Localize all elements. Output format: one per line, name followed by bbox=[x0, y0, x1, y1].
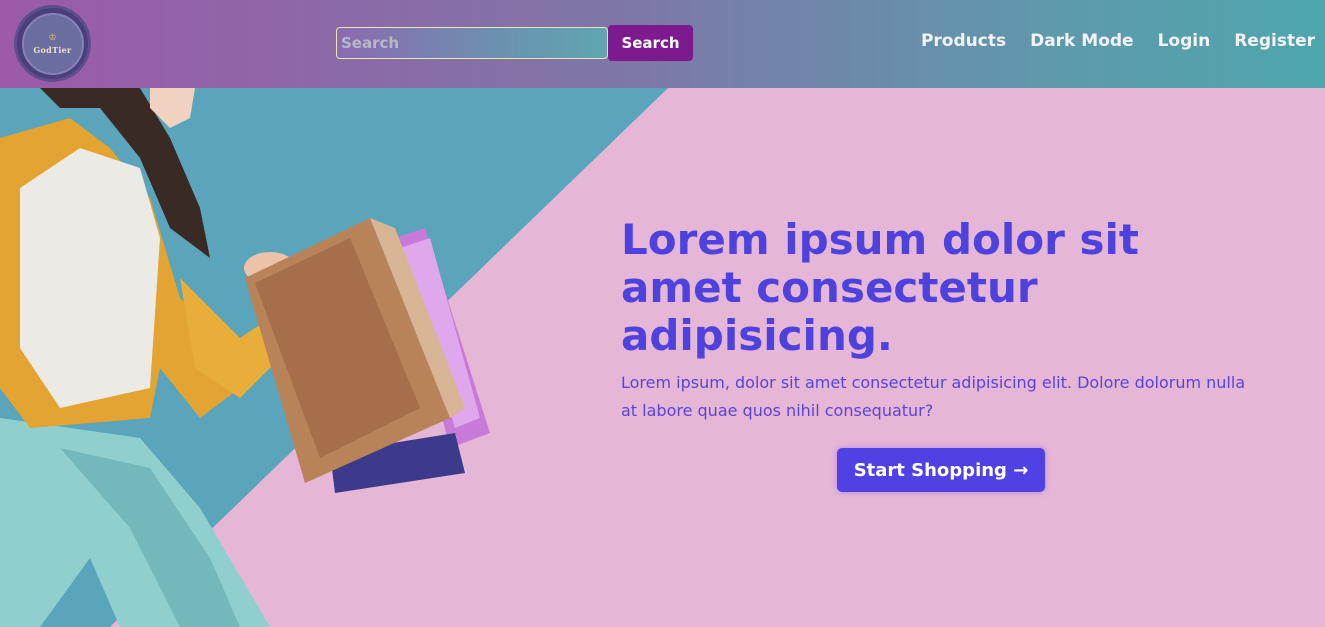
logo[interactable]: ♔ GodTier bbox=[14, 5, 91, 82]
hero-section: Lorem ipsum dolor sit amet consectetur a… bbox=[0, 88, 1325, 627]
navbar: ♔ GodTier Search Products Dark Mode Logi… bbox=[0, 0, 1325, 88]
nav-register[interactable]: Register bbox=[1234, 31, 1315, 51]
shopper-image bbox=[0, 88, 490, 627]
search-input[interactable] bbox=[336, 27, 608, 59]
start-shopping-button[interactable]: Start Shopping → bbox=[837, 448, 1045, 492]
main-nav: Products Dark Mode Login Register bbox=[897, 31, 1315, 51]
nav-dark-mode[interactable]: Dark Mode bbox=[1030, 31, 1134, 51]
crown-icon: ♔ bbox=[48, 32, 57, 43]
logo-text: GodTier bbox=[33, 44, 72, 55]
hero-title: Lorem ipsum dolor sit amet consectetur a… bbox=[621, 215, 1139, 360]
search-button[interactable]: Search bbox=[608, 25, 693, 61]
hero-description: Lorem ipsum, dolor sit amet consectetur … bbox=[621, 373, 1246, 420]
nav-products[interactable]: Products bbox=[921, 31, 1006, 51]
nav-login[interactable]: Login bbox=[1158, 31, 1211, 51]
logo-badge: ♔ GodTier bbox=[21, 12, 84, 75]
